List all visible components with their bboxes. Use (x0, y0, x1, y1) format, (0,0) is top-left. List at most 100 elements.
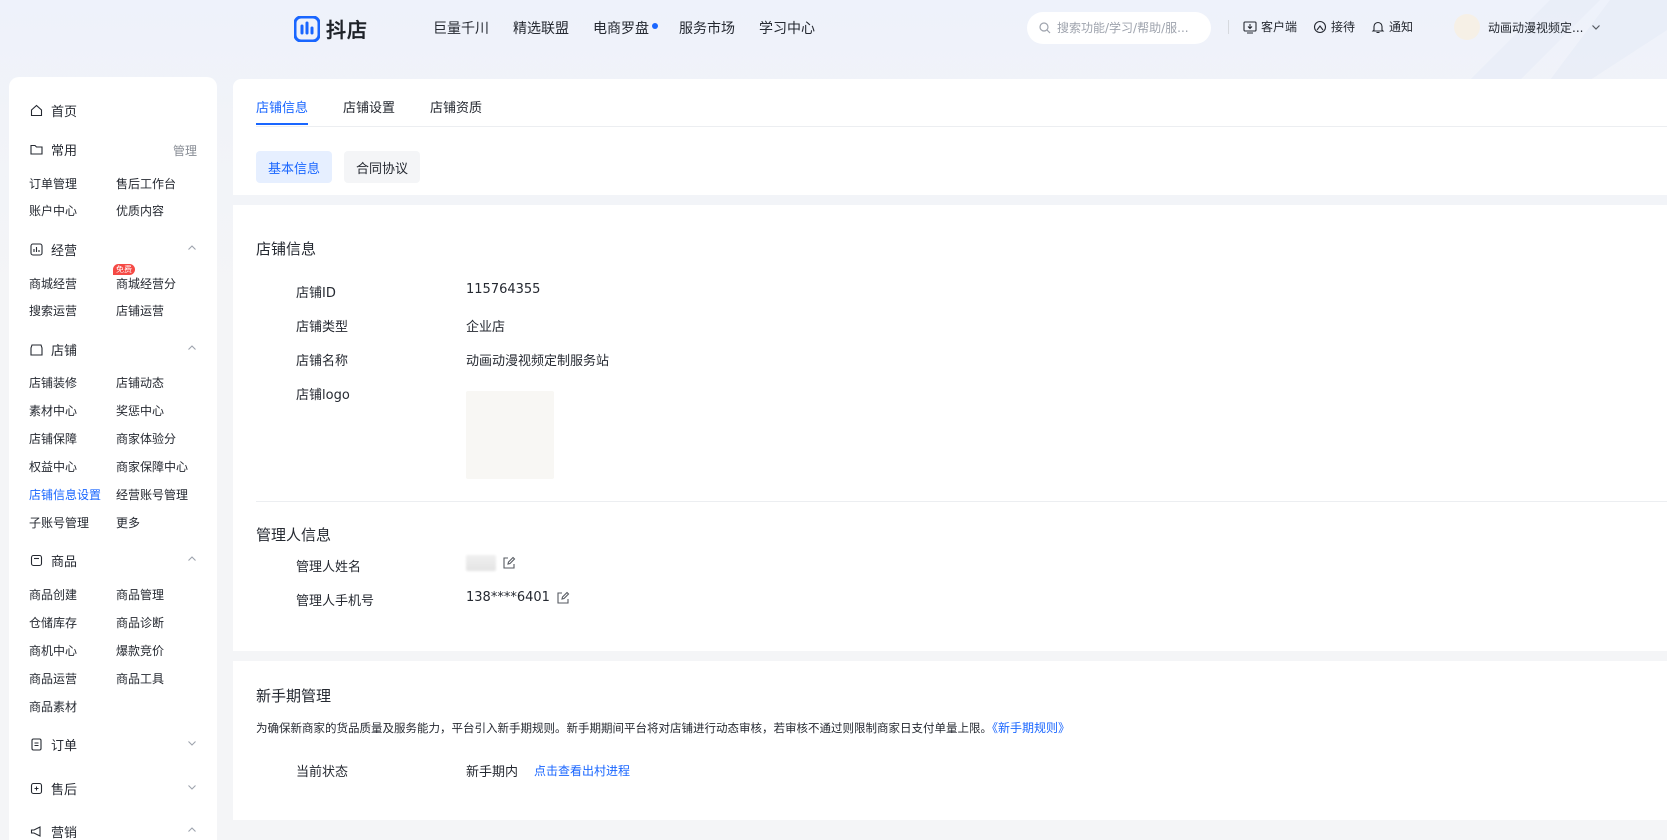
manage-common-link[interactable]: 管理 (173, 142, 197, 159)
sidebar-item-sub-account[interactable]: 子账号管理 (29, 514, 89, 531)
tab-shop-qualification[interactable]: 店铺资质 (430, 97, 482, 125)
sidebar-item-goods-create[interactable]: 商品创建 (29, 586, 77, 603)
sidebar-item-shop-guarantee[interactable]: 店铺保障 (29, 430, 77, 447)
nav-alliance[interactable]: 精选联盟 (513, 18, 569, 38)
sidebar: 首页 常用 管理 订单管理 售后工作台 账户中心 优质内容 经营 商城经营 免费 … (9, 77, 217, 840)
newbie-rule-link[interactable]: 《新手期规则》 (992, 721, 1070, 735)
sidebar-item-mall-score[interactable]: 商城经营分 (116, 275, 176, 292)
tabs-divider (256, 126, 1667, 127)
notification-label: 通知 (1389, 20, 1414, 34)
chevron-up-icon[interactable] (187, 825, 197, 835)
user-menu[interactable]: 动画动漫视频定... (1454, 14, 1601, 40)
avatar (1454, 14, 1480, 40)
tab-shop-info[interactable]: 店铺信息 (256, 97, 309, 125)
home-icon (30, 104, 43, 117)
reception-label: 接待 (1331, 20, 1356, 34)
sidebar-item-warehouse[interactable]: 仓储库存 (29, 614, 77, 631)
sidebar-item-home[interactable]: 首页 (30, 101, 77, 120)
shop-name-label: 店铺名称 (296, 354, 349, 369)
client-download[interactable]: 客户端 (1243, 18, 1297, 35)
search-icon (1039, 22, 1051, 34)
masked-name (466, 555, 496, 571)
sidebar-item-business-account[interactable]: 经营账号管理 (116, 486, 188, 503)
chevron-up-icon[interactable] (187, 243, 197, 253)
sidebar-item-goods-material[interactable]: 商品素材 (29, 698, 77, 715)
bell-icon (1371, 21, 1385, 33)
sidebar-item-merchant-guarantee[interactable]: 商家保障中心 (116, 458, 188, 475)
sidebar-item-quality-content[interactable]: 优质内容 (116, 202, 164, 219)
douyin-shop-logo[interactable]: 抖店 (294, 14, 368, 43)
sidebar-item-opportunity[interactable]: 商机中心 (29, 642, 77, 659)
sidebar-item-more[interactable]: 更多 (116, 514, 140, 531)
reception-button[interactable]: 接待 (1313, 18, 1355, 35)
newbie-description-text: 为确保新商家的货品质量及服务能力，平台引入新手期规则。新手期期间平台将对店铺进行… (256, 721, 992, 735)
global-search[interactable] (1027, 12, 1211, 44)
sidebar-item-shop-operation[interactable]: 店铺运营 (116, 302, 164, 319)
sidebar-item-goods-tools[interactable]: 商品工具 (116, 670, 164, 687)
edit-icon[interactable] (502, 556, 516, 570)
megaphone-icon (30, 826, 41, 837)
chevron-up-icon[interactable] (187, 554, 197, 564)
sidebar-item-shop-news[interactable]: 店铺动态 (116, 374, 164, 391)
manager-phone-value: 138****6401 (466, 590, 550, 605)
edit-icon[interactable] (556, 591, 570, 605)
sidebar-group-aftersale[interactable]: 售后 (30, 779, 77, 798)
manager-phone-label: 管理人手机号 (296, 594, 375, 609)
sidebar-group-operation[interactable]: 经营 (30, 240, 77, 259)
newbie-title: 新手期管理 (256, 687, 332, 705)
sidebar-item-label: 商城经营 (29, 277, 78, 291)
chevron-up-icon[interactable] (187, 343, 197, 353)
sidebar-item-mall-operation[interactable]: 商城经营 免费 (29, 264, 135, 292)
group-label: 售后 (51, 783, 78, 798)
shop-info-title: 店铺信息 (256, 240, 317, 258)
nav-service-market[interactable]: 服务市场 (679, 18, 735, 38)
shop-id-value: 115764355 (466, 282, 541, 297)
sidebar-item-search-operation[interactable]: 搜索运营 (29, 302, 77, 319)
nav-qianchuan[interactable]: 巨量千川 (433, 18, 489, 38)
subtab-contract[interactable]: 合同协议 (344, 151, 421, 183)
nav-learning-center[interactable]: 学习中心 (759, 18, 815, 38)
sidebar-item-goods-diagnosis[interactable]: 商品诊断 (116, 614, 164, 631)
sidebar-item-shop-decor[interactable]: 店铺装修 (29, 374, 77, 391)
newbie-description: 为确保新商家的货品质量及服务能力，平台引入新手期规则。新手期期间平台将对店铺进行… (256, 719, 1070, 736)
manager-name-label: 管理人姓名 (296, 560, 362, 575)
tab-shop-settings[interactable]: 店铺设置 (343, 97, 395, 125)
group-label: 订单 (51, 739, 78, 754)
progress-link[interactable]: 点击查看出村进程 (534, 762, 630, 779)
nav-compass[interactable]: 电商罗盘 (593, 18, 658, 38)
status-row: 新手期内 点击查看出村进程 (466, 761, 630, 780)
sidebar-item-shop-info-settings[interactable]: 店铺信息设置 (29, 486, 101, 503)
subtab-basic-info[interactable]: 基本信息 (256, 151, 333, 183)
sidebar-group-shop[interactable]: 店铺 (30, 340, 77, 359)
chevron-down-icon (1592, 25, 1601, 30)
notification-button[interactable]: 通知 (1371, 18, 1413, 35)
search-input[interactable] (1057, 21, 1195, 35)
sidebar-item-goods-manage[interactable]: 商品管理 (116, 586, 164, 603)
sidebar-item-hot-bidding[interactable]: 爆款竞价 (116, 642, 164, 659)
shop-name-value: 动画动漫视频定制服务站 (466, 354, 610, 369)
folder-icon (30, 144, 43, 155)
sidebar-item-material-center[interactable]: 素材中心 (29, 402, 77, 419)
chevron-down-icon[interactable] (187, 738, 197, 748)
sidebar-item-aftersale-workbench[interactable]: 售后工作台 (116, 175, 176, 192)
sidebar-group-marketing[interactable]: 营销 (30, 822, 77, 840)
new-dot (652, 23, 658, 29)
sidebar-group-goods[interactable]: 商品 (30, 551, 77, 570)
group-label: 常用 (51, 144, 78, 159)
top-nav: 巨量千川 精选联盟 电商罗盘 服务市场 学习中心 (433, 18, 815, 38)
sidebar-item-experience-score[interactable]: 商家体验分 (116, 430, 176, 447)
aftersale-icon (30, 782, 43, 795)
sidebar-item-account-center[interactable]: 账户中心 (29, 202, 77, 219)
shop-type-value: 企业店 (466, 320, 506, 335)
status-value: 新手期内 (466, 765, 519, 780)
sidebar-home-label: 首页 (51, 105, 78, 120)
sidebar-item-goods-operation[interactable]: 商品运营 (29, 670, 77, 687)
chevron-down-icon[interactable] (187, 782, 197, 792)
sidebar-item-rights-center[interactable]: 权益中心 (29, 458, 77, 475)
sidebar-item-order-manage[interactable]: 订单管理 (29, 175, 77, 192)
sidebar-item-reward-penalty[interactable]: 奖惩中心 (116, 402, 164, 419)
shop-logo-label: 店铺logo (296, 388, 350, 403)
chart-icon (30, 243, 43, 256)
group-label: 经营 (51, 244, 78, 259)
sidebar-group-order[interactable]: 订单 (30, 735, 77, 754)
